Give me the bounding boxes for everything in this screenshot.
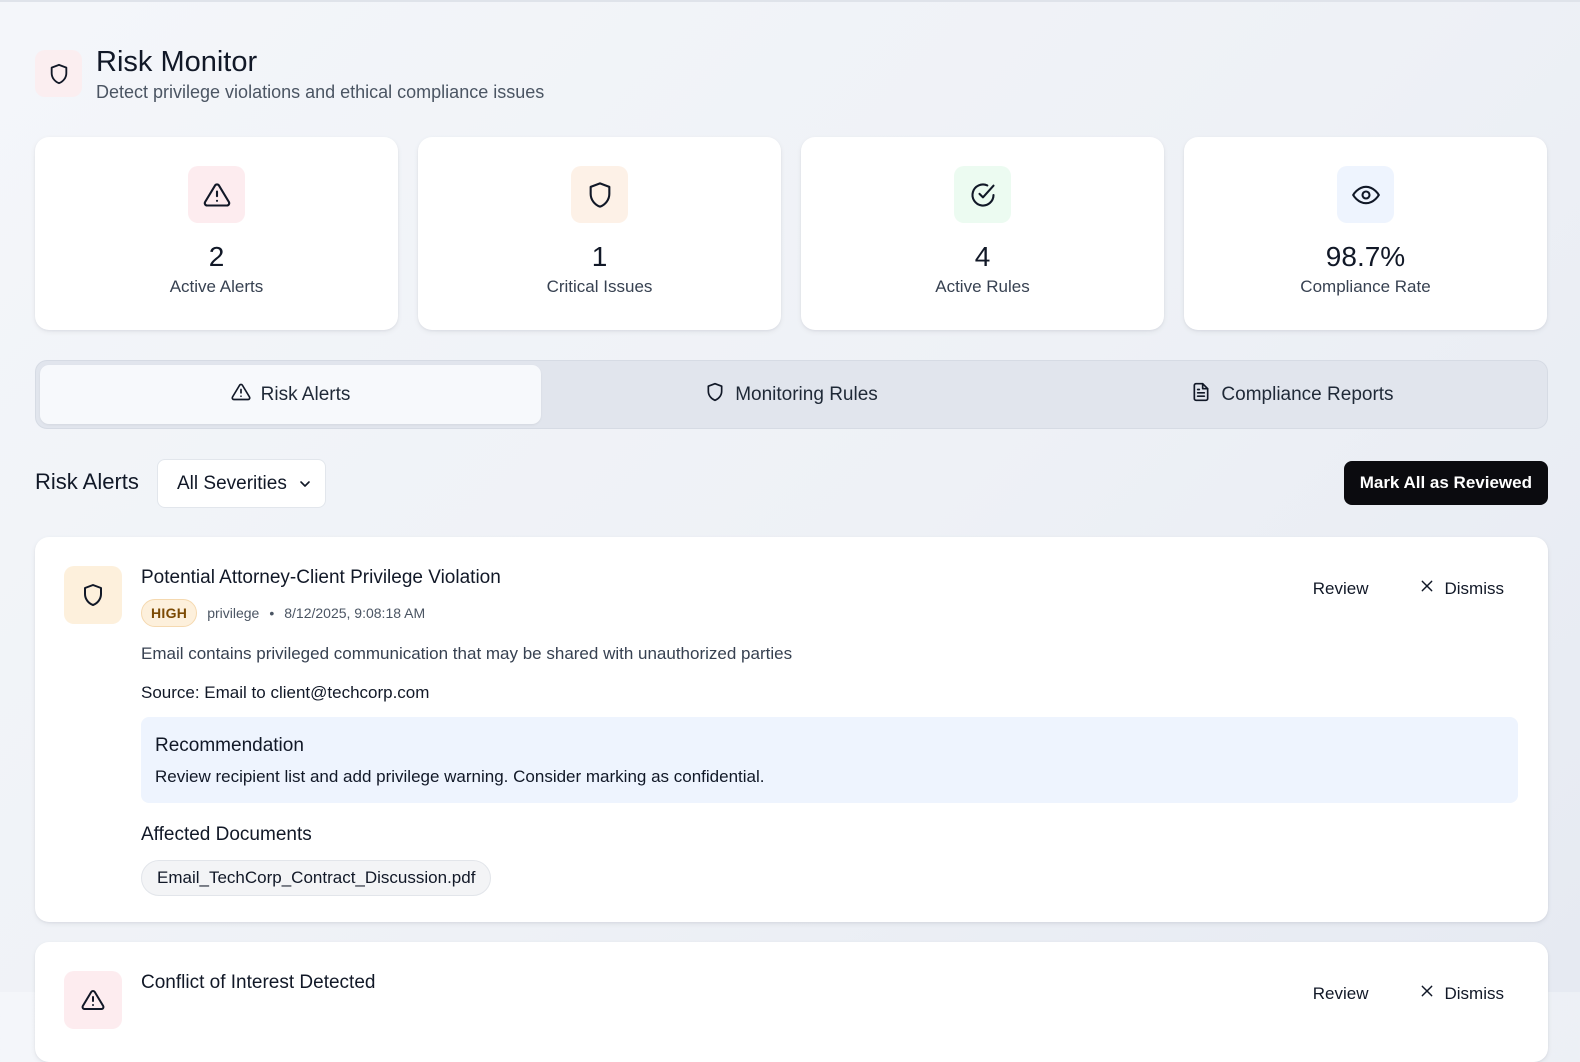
alert-category: privilege — [207, 605, 260, 621]
shield-icon — [571, 166, 628, 223]
tab-label: Monitoring Rules — [735, 383, 878, 405]
chevron-down-icon — [297, 476, 313, 498]
tab-risk-alerts[interactable]: Risk Alerts — [40, 365, 541, 424]
stats-row: 2 Active Alerts 1 Critical Issues 4 Acti… — [35, 137, 1547, 330]
review-button[interactable]: Review — [1299, 976, 1383, 1012]
stat-label: Active Alerts — [169, 277, 264, 296]
recommendation-box: Recommendation Review recipient list and… — [141, 717, 1518, 803]
stat-value: 98.7% — [1325, 241, 1406, 272]
document-chip[interactable]: Email_TechCorp_Contract_Discussion.pdf — [141, 860, 492, 896]
mark-all-reviewed-button[interactable]: Mark All as Reviewed — [1343, 461, 1548, 505]
alert-triangle-icon — [231, 382, 251, 408]
shield-icon — [35, 50, 82, 97]
tab-label: Risk Alerts — [260, 383, 351, 405]
stat-value: 2 — [208, 241, 225, 272]
recommendation-text: Review recipient list and add privilege … — [155, 767, 765, 786]
severity-select[interactable]: All Severities — [157, 459, 326, 508]
recommendation-title: Recommendation — [155, 735, 304, 756]
alert-card: Conflict of Interest Detected Review Dis… — [35, 942, 1548, 1062]
tab-bar: Risk Alerts Monitoring Rules Compliance … — [35, 360, 1548, 429]
alert-source: Source: Email to client@techcorp.com — [141, 683, 430, 702]
risk-monitor-page: Risk Monitor Detect privilege violations… — [35, 0, 1548, 1062]
affected-documents-title: Affected Documents — [141, 824, 312, 845]
eye-icon — [1337, 166, 1394, 223]
header-text: Risk Monitor Detect privilege violations… — [96, 46, 544, 103]
page-title: Risk Monitor — [96, 46, 258, 78]
severity-badge: HIGH — [141, 599, 198, 627]
alert-timestamp: 8/12/2025, 9:08:18 AM — [284, 605, 426, 621]
alert-card: Potential Attorney-Client Privilege Viol… — [35, 537, 1548, 922]
stat-value: 1 — [591, 241, 608, 272]
tab-label: Compliance Reports — [1221, 383, 1394, 405]
tab-monitoring-rules[interactable]: Monitoring Rules — [541, 365, 1042, 424]
close-icon — [1419, 983, 1435, 1004]
dismiss-button[interactable]: Dismiss — [1405, 975, 1519, 1012]
meta-separator: • — [269, 605, 275, 621]
alert-actions: Review Dismiss — [1299, 975, 1518, 1012]
stat-label: Compliance Rate — [1300, 277, 1431, 296]
shield-icon — [705, 382, 725, 408]
dismiss-label: Dismiss — [1444, 983, 1505, 1003]
stat-card-compliance-rate: 98.7% Compliance Rate — [1184, 137, 1547, 330]
stat-label: Critical Issues — [546, 277, 653, 296]
tab-compliance-reports[interactable]: Compliance Reports — [1042, 365, 1543, 424]
dismiss-label: Dismiss — [1444, 578, 1505, 598]
alert-body: Potential Attorney-Client Privilege Viol… — [141, 567, 1518, 896]
alert-triangle-icon — [64, 971, 122, 1029]
check-circle-icon — [954, 166, 1011, 223]
alert-description: Email contains privileged communication … — [141, 644, 793, 663]
dismiss-button[interactable]: Dismiss — [1405, 570, 1519, 607]
stat-card-active-alerts: 2 Active Alerts — [35, 137, 398, 330]
page-subtitle: Detect privilege violations and ethical … — [96, 82, 545, 102]
alert-actions: Review Dismiss — [1299, 570, 1518, 607]
stat-value: 4 — [974, 241, 991, 272]
stat-label: Active Rules — [935, 277, 1030, 296]
alerts-toolbar: Risk Alerts All Severities Mark All as R… — [35, 459, 1548, 509]
severity-select-value: All Severities — [177, 472, 287, 494]
alert-triangle-icon — [188, 166, 245, 223]
section-title: Risk Alerts — [35, 469, 139, 494]
shield-icon — [64, 566, 122, 624]
stat-card-critical-issues: 1 Critical Issues — [418, 137, 781, 330]
page-header: Risk Monitor Detect privilege violations… — [35, 46, 544, 103]
review-label: Review — [1312, 983, 1369, 1003]
close-icon — [1419, 578, 1435, 599]
file-text-icon — [1191, 382, 1211, 408]
stat-card-active-rules: 4 Active Rules — [801, 137, 1164, 330]
review-button[interactable]: Review — [1299, 571, 1383, 607]
review-label: Review — [1312, 578, 1369, 598]
